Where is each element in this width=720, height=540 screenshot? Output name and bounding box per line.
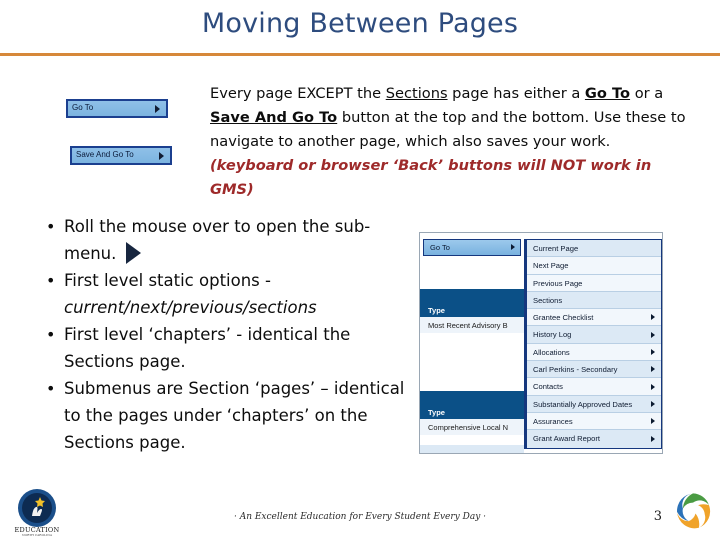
footer-tagline: · An Excellent Education for Every Stude… <box>233 512 487 522</box>
go-to-button[interactable]: Go To <box>66 99 168 118</box>
gms-go-to-dropdown-menu[interactable]: Current Page Next Page Previous Page Sec… <box>524 239 662 449</box>
gms-go-to-tab-label: Go To <box>430 243 450 252</box>
list-item: First level ‘chapters’ - identical the S… <box>46 321 420 375</box>
gms-menu-item-grant-award-report[interactable]: Grant Award Report <box>527 430 661 448</box>
list-item-text: First level static options - <box>64 271 271 290</box>
gms-menu-item-next-page[interactable]: Next Page <box>527 257 661 275</box>
chevron-right-icon <box>651 383 655 390</box>
gms-menu-item-label: History Log <box>533 330 572 340</box>
gms-menu-item-label: Carl Perkins - Secondary <box>533 365 618 375</box>
gms-menu-item-label: Grant Award Report <box>533 434 600 444</box>
para-text-2: page has either a <box>447 85 585 102</box>
gms-menu-item-label: Current Page <box>533 244 579 253</box>
gms-menu-item-history-log[interactable]: History Log <box>527 326 661 344</box>
list-item-emphasis: current/next/previous/sections <box>64 298 317 317</box>
chevron-right-icon <box>651 435 655 442</box>
gms-menu-item-sections[interactable]: Sections <box>527 291 661 310</box>
chevron-right-icon <box>651 348 655 355</box>
gms-screenshot-image: Go To Type Most Recent Advisory B Type C… <box>419 232 663 454</box>
gms-menu-item-assurances[interactable]: Assurances <box>527 412 661 431</box>
list-item: Roll the mouse over to open the sub-menu… <box>46 213 420 267</box>
gms-menu-item-allocations[interactable]: Allocations <box>527 343 661 362</box>
gms-go-to-tab[interactable]: Go To <box>423 239 521 256</box>
gms-menu-item-previous-page[interactable]: Previous Page <box>527 274 661 292</box>
gms-type-value-label: Most Recent Advisory B <box>428 321 508 330</box>
list-item: First level static options - current/nex… <box>46 267 420 321</box>
save-and-go-to-button-label: Save And Go To <box>76 150 134 159</box>
gms-type-header: Type <box>420 289 524 317</box>
chevron-right-icon <box>511 244 515 250</box>
go-to-button-label: Go To <box>72 103 94 112</box>
para-warning-note: (keyboard or browser ‘Back’ buttons will… <box>210 157 652 198</box>
list-item-text: First level ‘chapters’ - identical the S… <box>64 325 351 371</box>
chevron-right-icon <box>651 418 655 425</box>
gms-type-value-label: Comprehensive Local N <box>428 423 509 432</box>
gms-menu-item-carl-perkins-secondary[interactable]: Carl Perkins - Secondary <box>527 361 661 379</box>
gms-menu-item-grantee-checklist[interactable]: Grantee Checklist <box>527 309 661 327</box>
save-and-go-to-button[interactable]: Save And Go To <box>70 146 172 165</box>
gms-type-value: Most Recent Advisory B <box>420 317 524 333</box>
para-link-save-and-go-to: Save And Go To <box>210 109 338 126</box>
chevron-right-icon <box>651 400 655 407</box>
svg-text:NORTH CAROLINA: NORTH CAROLINA <box>22 533 53 537</box>
chevron-right-icon <box>651 366 655 373</box>
list-item-text: Roll the mouse over to open the sub-menu… <box>64 217 371 263</box>
para-text-1: Every page EXCEPT the <box>210 85 386 102</box>
gms-menu-item-label: Previous Page <box>533 278 583 288</box>
para-link-sections: Sections <box>385 85 448 102</box>
gms-menu-item-substantially-approved-dates[interactable]: Substantially Approved Dates <box>527 395 661 413</box>
chevron-right-icon <box>651 331 655 338</box>
gms-menu-item-label: Next Page <box>533 261 569 271</box>
intro-paragraph: Every page EXCEPT the Sections page has … <box>210 82 694 202</box>
chevron-right-icon <box>159 151 164 160</box>
play-triangle-icon <box>126 242 142 264</box>
para-text-3: or a <box>630 85 664 102</box>
page-title: Moving Between Pages <box>201 8 519 39</box>
education-seal-logo-icon: EDUCATION NORTH CAROLINA <box>15 489 59 537</box>
gms-menu-item-label: Assurances <box>533 416 573 426</box>
gms-type-header-label: Type <box>428 408 445 417</box>
gms-menu-item-label: Allocations <box>533 347 570 357</box>
gms-left-panel: Go To Type Most Recent Advisory B Type C… <box>420 233 524 453</box>
chevron-right-icon <box>155 104 160 113</box>
page-number: 3 <box>653 509 662 524</box>
gms-bottom-strip <box>420 445 524 453</box>
gms-menu-item-label: Contacts <box>533 382 563 392</box>
gms-menu-item-label: Sections <box>533 295 563 305</box>
title-divider <box>0 53 720 56</box>
go-to-button-image: Go To <box>66 99 168 118</box>
gms-type-header: Type <box>420 391 524 419</box>
gms-menu-item-label: Substantially Approved Dates <box>533 399 633 409</box>
para-link-go-to: Go To <box>584 85 631 102</box>
save-and-go-to-button-image: Save And Go To <box>70 146 172 165</box>
list-item: Submenus are Section ‘pages’ – identical… <box>46 375 420 456</box>
gms-type-value: Comprehensive Local N <box>420 419 524 435</box>
bullet-list-items: Roll the mouse over to open the sub-menu… <box>40 213 420 456</box>
bullet-list: Roll the mouse over to open the sub-menu… <box>40 213 420 456</box>
gms-menu-item-contacts[interactable]: Contacts <box>527 378 661 396</box>
chevron-right-icon <box>651 314 655 321</box>
tricolor-swirl-logo-icon <box>677 493 711 529</box>
gms-type-header-label: Type <box>428 306 445 315</box>
list-item-text: Submenus are Section ‘pages’ – identical… <box>64 379 405 452</box>
gms-menu-item-label: Grantee Checklist <box>533 313 594 323</box>
gms-menu-item-current-page[interactable]: Current Page <box>527 240 661 258</box>
